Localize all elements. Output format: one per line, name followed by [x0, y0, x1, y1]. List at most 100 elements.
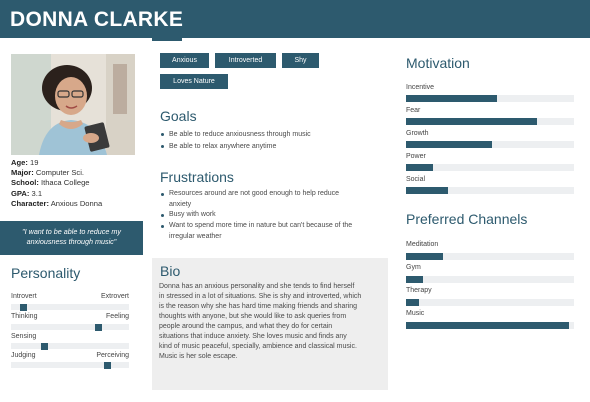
goals-list: Be able to reduce anxiousness through mu…: [160, 129, 311, 152]
fact-gpa: GPA: 3.1: [11, 189, 102, 199]
motivation-label: Power: [406, 153, 426, 160]
channel-label: Gym: [406, 264, 421, 271]
motivation-heading: Motivation: [406, 55, 470, 71]
fact-major: Major: Computer Sci.: [11, 168, 102, 178]
scale-left-label: Introvert: [11, 293, 37, 300]
bio-heading: Bio: [160, 263, 181, 279]
bio-line: is the reason why she has hard time maki…: [159, 302, 358, 310]
frustrations-heading: Frustrations: [160, 169, 234, 185]
motivation-track: [406, 187, 574, 194]
list-item: Be able to reduce anxiousness through mu…: [160, 129, 311, 141]
scale-left-label: Judging: [11, 352, 36, 359]
fact-school: School: Ithaca College: [11, 178, 102, 188]
tag-shy: Shy: [282, 53, 319, 68]
person-avatar-icon: [11, 54, 135, 155]
personality-track: [11, 362, 129, 369]
personality-scale-labels: Introvert Extrovert: [11, 293, 129, 300]
motivation-track: [406, 95, 574, 102]
list-item: Resources around are not good enough to …: [160, 189, 352, 210]
channel-track: [406, 276, 574, 283]
goals-heading: Goals: [160, 108, 197, 124]
motivation-bar: [406, 141, 492, 148]
personality-heading: Personality: [11, 265, 81, 281]
scale-right-label: Perceiving: [96, 352, 129, 359]
motivation-label: Growth: [406, 130, 429, 137]
bio-text: Donna has an anxious personality and she…: [159, 282, 381, 362]
bio-line: people around the campus, and what they …: [159, 322, 333, 330]
bio-line: Donna has an anxious personality and she…: [159, 283, 355, 290]
fact-label: GPA:: [11, 188, 30, 198]
quote-line: "I want to be able to reduce my: [22, 227, 121, 236]
list-item-line: irregular weather: [169, 232, 222, 240]
fact-value: Anxious Donna: [50, 198, 103, 208]
channel-bar: [406, 276, 423, 283]
channel-track: [406, 299, 574, 306]
motivation-bar: [406, 95, 497, 102]
personality-marker: [104, 362, 111, 369]
scale-right-label: Extrovert: [100, 293, 129, 300]
fact-label: Major:: [11, 168, 34, 178]
bio-line: in stressed in a lot of situations. She …: [159, 292, 362, 300]
header-bar: DONNA CLARKE: [0, 0, 590, 38]
fact-value: 19: [30, 158, 39, 167]
fact-label: Age:: [11, 158, 28, 167]
persona-quote: "I want to be able to reduce my anxiousn…: [0, 221, 143, 255]
quote-line: anxiousness through music": [26, 237, 117, 246]
list-item: Want to spend more time in nature but ca…: [160, 221, 352, 242]
profile-facts: Age: 19 Major: Computer Sci. School: Ith…: [11, 158, 102, 209]
frustrations-list: Resources around are not good enough to …: [160, 189, 352, 243]
profile-photo: [11, 54, 135, 155]
personality-track: [11, 343, 129, 350]
personality-scale-labels: Judging Perceiving: [11, 352, 129, 359]
fact-label: School:: [11, 178, 39, 188]
bio-line: kind of music peaceful, specially, ambie…: [159, 342, 357, 350]
motivation-bar: [406, 164, 433, 171]
fact-value: Ithaca College: [40, 178, 90, 188]
motivation-label: Incentive: [406, 84, 435, 91]
bio-line: thoughts with anyone, but she would like…: [159, 312, 347, 320]
channel-label: Therapy: [406, 287, 432, 294]
fact-value: Computer Sci.: [35, 168, 85, 178]
personality-scale-labels: Sensing: [11, 333, 129, 340]
channel-label: Meditation: [406, 241, 439, 248]
personality-marker: [95, 324, 102, 331]
scale-right-label: Feeling: [106, 313, 129, 320]
list-item: Busy with work: [160, 210, 352, 221]
personality-track: [11, 324, 129, 331]
channel-bar: [406, 322, 569, 329]
motivation-label: Fear: [406, 107, 421, 114]
fact-character: Character: Anxious Donna: [11, 199, 102, 209]
list-item-line: Resources around are not good enough to …: [169, 190, 340, 197]
persona-name: DONNA CLARKE: [10, 8, 184, 31]
list-item-line: anxiety: [169, 200, 192, 208]
channel-bar: [406, 253, 443, 260]
fact-age: Age: 19: [11, 158, 102, 168]
list-item-line: Busy with work: [169, 211, 216, 219]
divider: [152, 38, 182, 41]
tag-anxious: Anxious: [160, 53, 209, 68]
list-item: Be able to relax anywhere anytime: [160, 141, 311, 153]
channel-bar: [406, 299, 420, 306]
scale-left-label: Sensing: [11, 333, 37, 340]
channel-label: Music: [406, 310, 425, 317]
list-item-line: Want to spend more time in nature but ca…: [169, 222, 353, 230]
motivation-label: Social: [406, 176, 426, 183]
motivation-track: [406, 141, 574, 148]
personality-marker: [41, 343, 48, 350]
fact-label: Character:: [11, 198, 49, 208]
personality-marker: [20, 304, 27, 311]
tag-introverted: Introverted: [215, 53, 276, 68]
motivation-bar: [406, 187, 448, 194]
bio-line: Music is her sole escape.: [159, 352, 238, 360]
personality-track: [11, 304, 129, 311]
tag-loves-nature: Loves Nature: [160, 74, 228, 89]
motivation-track: [406, 118, 574, 125]
scale-left-label: Thinking: [11, 313, 38, 320]
fact-value: 3.1: [31, 188, 43, 198]
channel-track: [406, 253, 574, 260]
channel-track: [406, 322, 574, 329]
personality-scale-labels: Thinking Feeling: [11, 313, 129, 320]
bio-line: situations that induce anxiety. She love…: [159, 332, 347, 340]
channels-heading: Preferred Channels: [406, 211, 528, 227]
motivation-bar: [406, 118, 538, 125]
